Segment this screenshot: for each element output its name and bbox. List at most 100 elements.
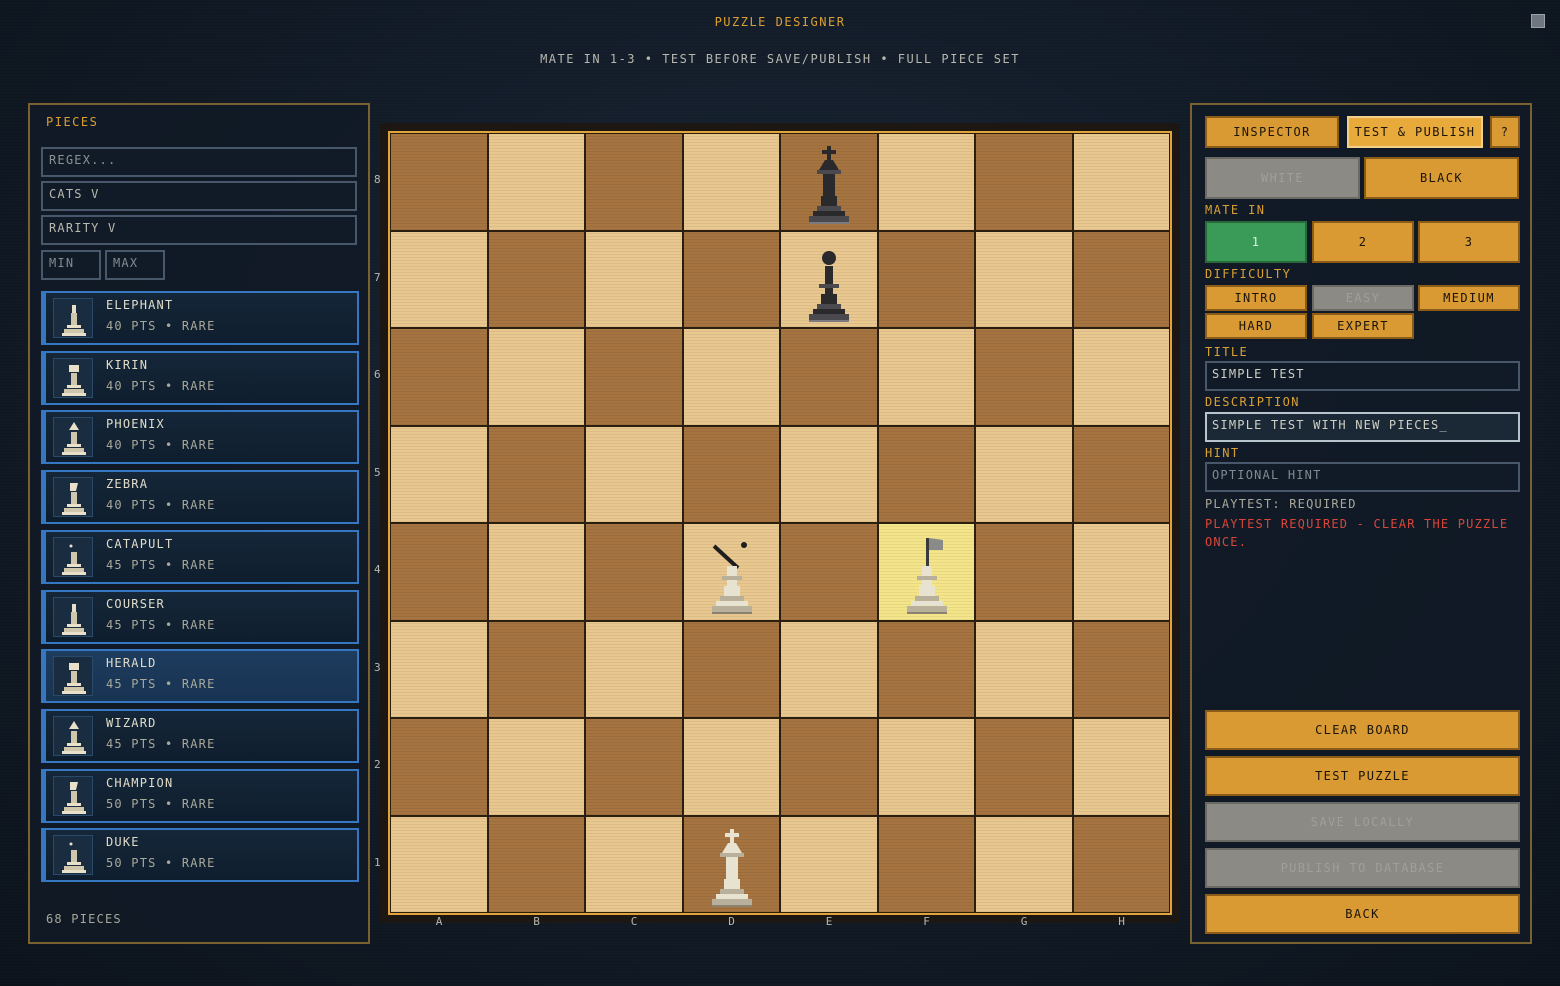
square-f2[interactable] — [877, 718, 975, 816]
white-herald-icon[interactable] — [891, 528, 963, 622]
square-e1[interactable] — [780, 815, 878, 913]
square-c7[interactable] — [585, 230, 683, 328]
difficulty-expert-button[interactable]: EXPERT — [1312, 313, 1414, 339]
square-f4[interactable] — [877, 523, 975, 622]
square-b6[interactable] — [487, 328, 585, 426]
piece-card-champion[interactable]: CHAMPION 50 PTS • RARE — [41, 768, 359, 823]
square-f7[interactable] — [877, 230, 975, 328]
square-f6[interactable] — [877, 328, 975, 426]
square-a3[interactable] — [390, 620, 488, 718]
square-d8[interactable] — [682, 133, 780, 231]
difficulty-hard-button[interactable]: HARD — [1205, 313, 1307, 339]
square-e7[interactable] — [780, 230, 878, 328]
square-e4[interactable] — [780, 523, 878, 621]
difficulty-easy-button[interactable]: EASY — [1312, 285, 1414, 311]
piece-card-wizard[interactable]: WIZARD 45 PTS • RARE — [41, 708, 359, 763]
rarity-dropdown[interactable]: RARITY V — [41, 215, 357, 245]
square-c8[interactable] — [585, 133, 683, 231]
square-b5[interactable] — [487, 425, 585, 523]
category-dropdown[interactable]: CATS V — [41, 181, 357, 211]
square-h5[interactable] — [1072, 425, 1170, 523]
square-d6[interactable] — [682, 328, 780, 426]
square-h6[interactable] — [1072, 328, 1170, 426]
square-e6[interactable] — [780, 328, 878, 426]
square-c4[interactable] — [585, 523, 683, 621]
piece-card-herald[interactable]: HERALD 45 PTS • RARE — [41, 649, 359, 704]
square-d2[interactable] — [682, 718, 780, 816]
tab-test-publish[interactable]: TEST & PUBLISH — [1347, 116, 1483, 148]
square-c6[interactable] — [585, 328, 683, 426]
square-b7[interactable] — [487, 230, 585, 328]
square-h3[interactable] — [1072, 620, 1170, 718]
square-g8[interactable] — [975, 133, 1073, 231]
square-h2[interactable] — [1072, 718, 1170, 816]
square-d4[interactable] — [682, 523, 780, 622]
square-f1[interactable] — [877, 815, 975, 913]
square-h4[interactable] — [1072, 523, 1170, 621]
square-g4[interactable] — [975, 523, 1073, 621]
square-f8[interactable] — [877, 133, 975, 231]
piece-card-elephant[interactable]: ELEPHANT 40 PTS • RARE — [41, 291, 359, 345]
square-f5[interactable] — [877, 425, 975, 523]
square-g2[interactable] — [975, 718, 1073, 816]
square-g6[interactable] — [975, 328, 1073, 426]
test-puzzle-button[interactable]: TEST PUZZLE — [1205, 756, 1520, 796]
square-h1[interactable] — [1072, 815, 1170, 913]
square-f3[interactable] — [877, 620, 975, 718]
clear-board-button[interactable]: CLEAR BOARD — [1205, 710, 1520, 750]
chess-board[interactable] — [388, 131, 1172, 915]
difficulty-intro-button[interactable]: INTRO — [1205, 285, 1307, 311]
square-a7[interactable] — [390, 230, 488, 328]
square-e8[interactable] — [780, 133, 878, 231]
square-b2[interactable] — [487, 718, 585, 816]
mate-in-2-button[interactable]: 2 — [1312, 221, 1414, 263]
square-c5[interactable] — [585, 425, 683, 523]
square-d7[interactable] — [682, 230, 780, 328]
square-g1[interactable] — [975, 815, 1073, 913]
side-white-button[interactable]: WHITE — [1205, 157, 1360, 199]
piece-card-zebra[interactable]: ZEBRA 40 PTS • RARE — [41, 470, 359, 525]
square-c3[interactable] — [585, 620, 683, 718]
square-c2[interactable] — [585, 718, 683, 816]
piece-card-courser[interactable]: COURSER 45 PTS • RARE — [41, 589, 359, 644]
difficulty-medium-button[interactable]: MEDIUM — [1418, 285, 1520, 311]
square-d3[interactable] — [682, 620, 780, 718]
square-h7[interactable] — [1072, 230, 1170, 328]
window-toggle-button[interactable] — [1531, 14, 1545, 28]
square-a4[interactable] — [390, 523, 488, 621]
min-points-input[interactable]: MIN — [41, 250, 101, 280]
tab-inspector[interactable]: INSPECTOR — [1205, 116, 1339, 148]
mate-in-3-button[interactable]: 3 — [1418, 221, 1520, 263]
square-e3[interactable] — [780, 620, 878, 718]
square-a8[interactable] — [390, 133, 488, 231]
square-b1[interactable] — [487, 815, 585, 913]
square-d5[interactable] — [682, 425, 780, 523]
description-input[interactable]: SIMPLE TEST WITH NEW PIECES_ — [1205, 412, 1520, 442]
max-points-input[interactable]: MAX — [105, 250, 165, 280]
square-b8[interactable] — [487, 133, 585, 231]
title-input[interactable]: SIMPLE TEST — [1205, 361, 1520, 391]
white-king-icon[interactable] — [696, 821, 768, 915]
square-a2[interactable] — [390, 718, 488, 816]
hint-input[interactable]: OPTIONAL HINT — [1205, 462, 1520, 492]
square-d1[interactable] — [682, 815, 780, 915]
square-b3[interactable] — [487, 620, 585, 718]
white-catapult-icon[interactable] — [696, 528, 768, 622]
square-e5[interactable] — [780, 425, 878, 523]
square-a6[interactable] — [390, 328, 488, 426]
square-b4[interactable] — [487, 523, 585, 621]
piece-card-catapult[interactable]: CATAPULT 45 PTS • RARE — [41, 529, 359, 584]
piece-card-phoenix[interactable]: PHOENIX 40 PTS • RARE — [41, 410, 359, 465]
search-input[interactable]: REGEX... — [41, 147, 357, 177]
square-g7[interactable] — [975, 230, 1073, 328]
publish-button[interactable]: PUBLISH TO DATABASE — [1205, 848, 1520, 888]
square-c1[interactable] — [585, 815, 683, 913]
black-king-icon[interactable] — [793, 138, 865, 232]
help-button[interactable]: ? — [1490, 116, 1520, 148]
back-button[interactable]: BACK — [1205, 894, 1520, 934]
square-a1[interactable] — [390, 815, 488, 913]
square-g5[interactable] — [975, 425, 1073, 523]
square-e2[interactable] — [780, 718, 878, 816]
piece-card-kirin[interactable]: KIRIN 40 PTS • RARE — [41, 350, 359, 405]
mate-in-1-button[interactable]: 1 — [1205, 221, 1307, 263]
